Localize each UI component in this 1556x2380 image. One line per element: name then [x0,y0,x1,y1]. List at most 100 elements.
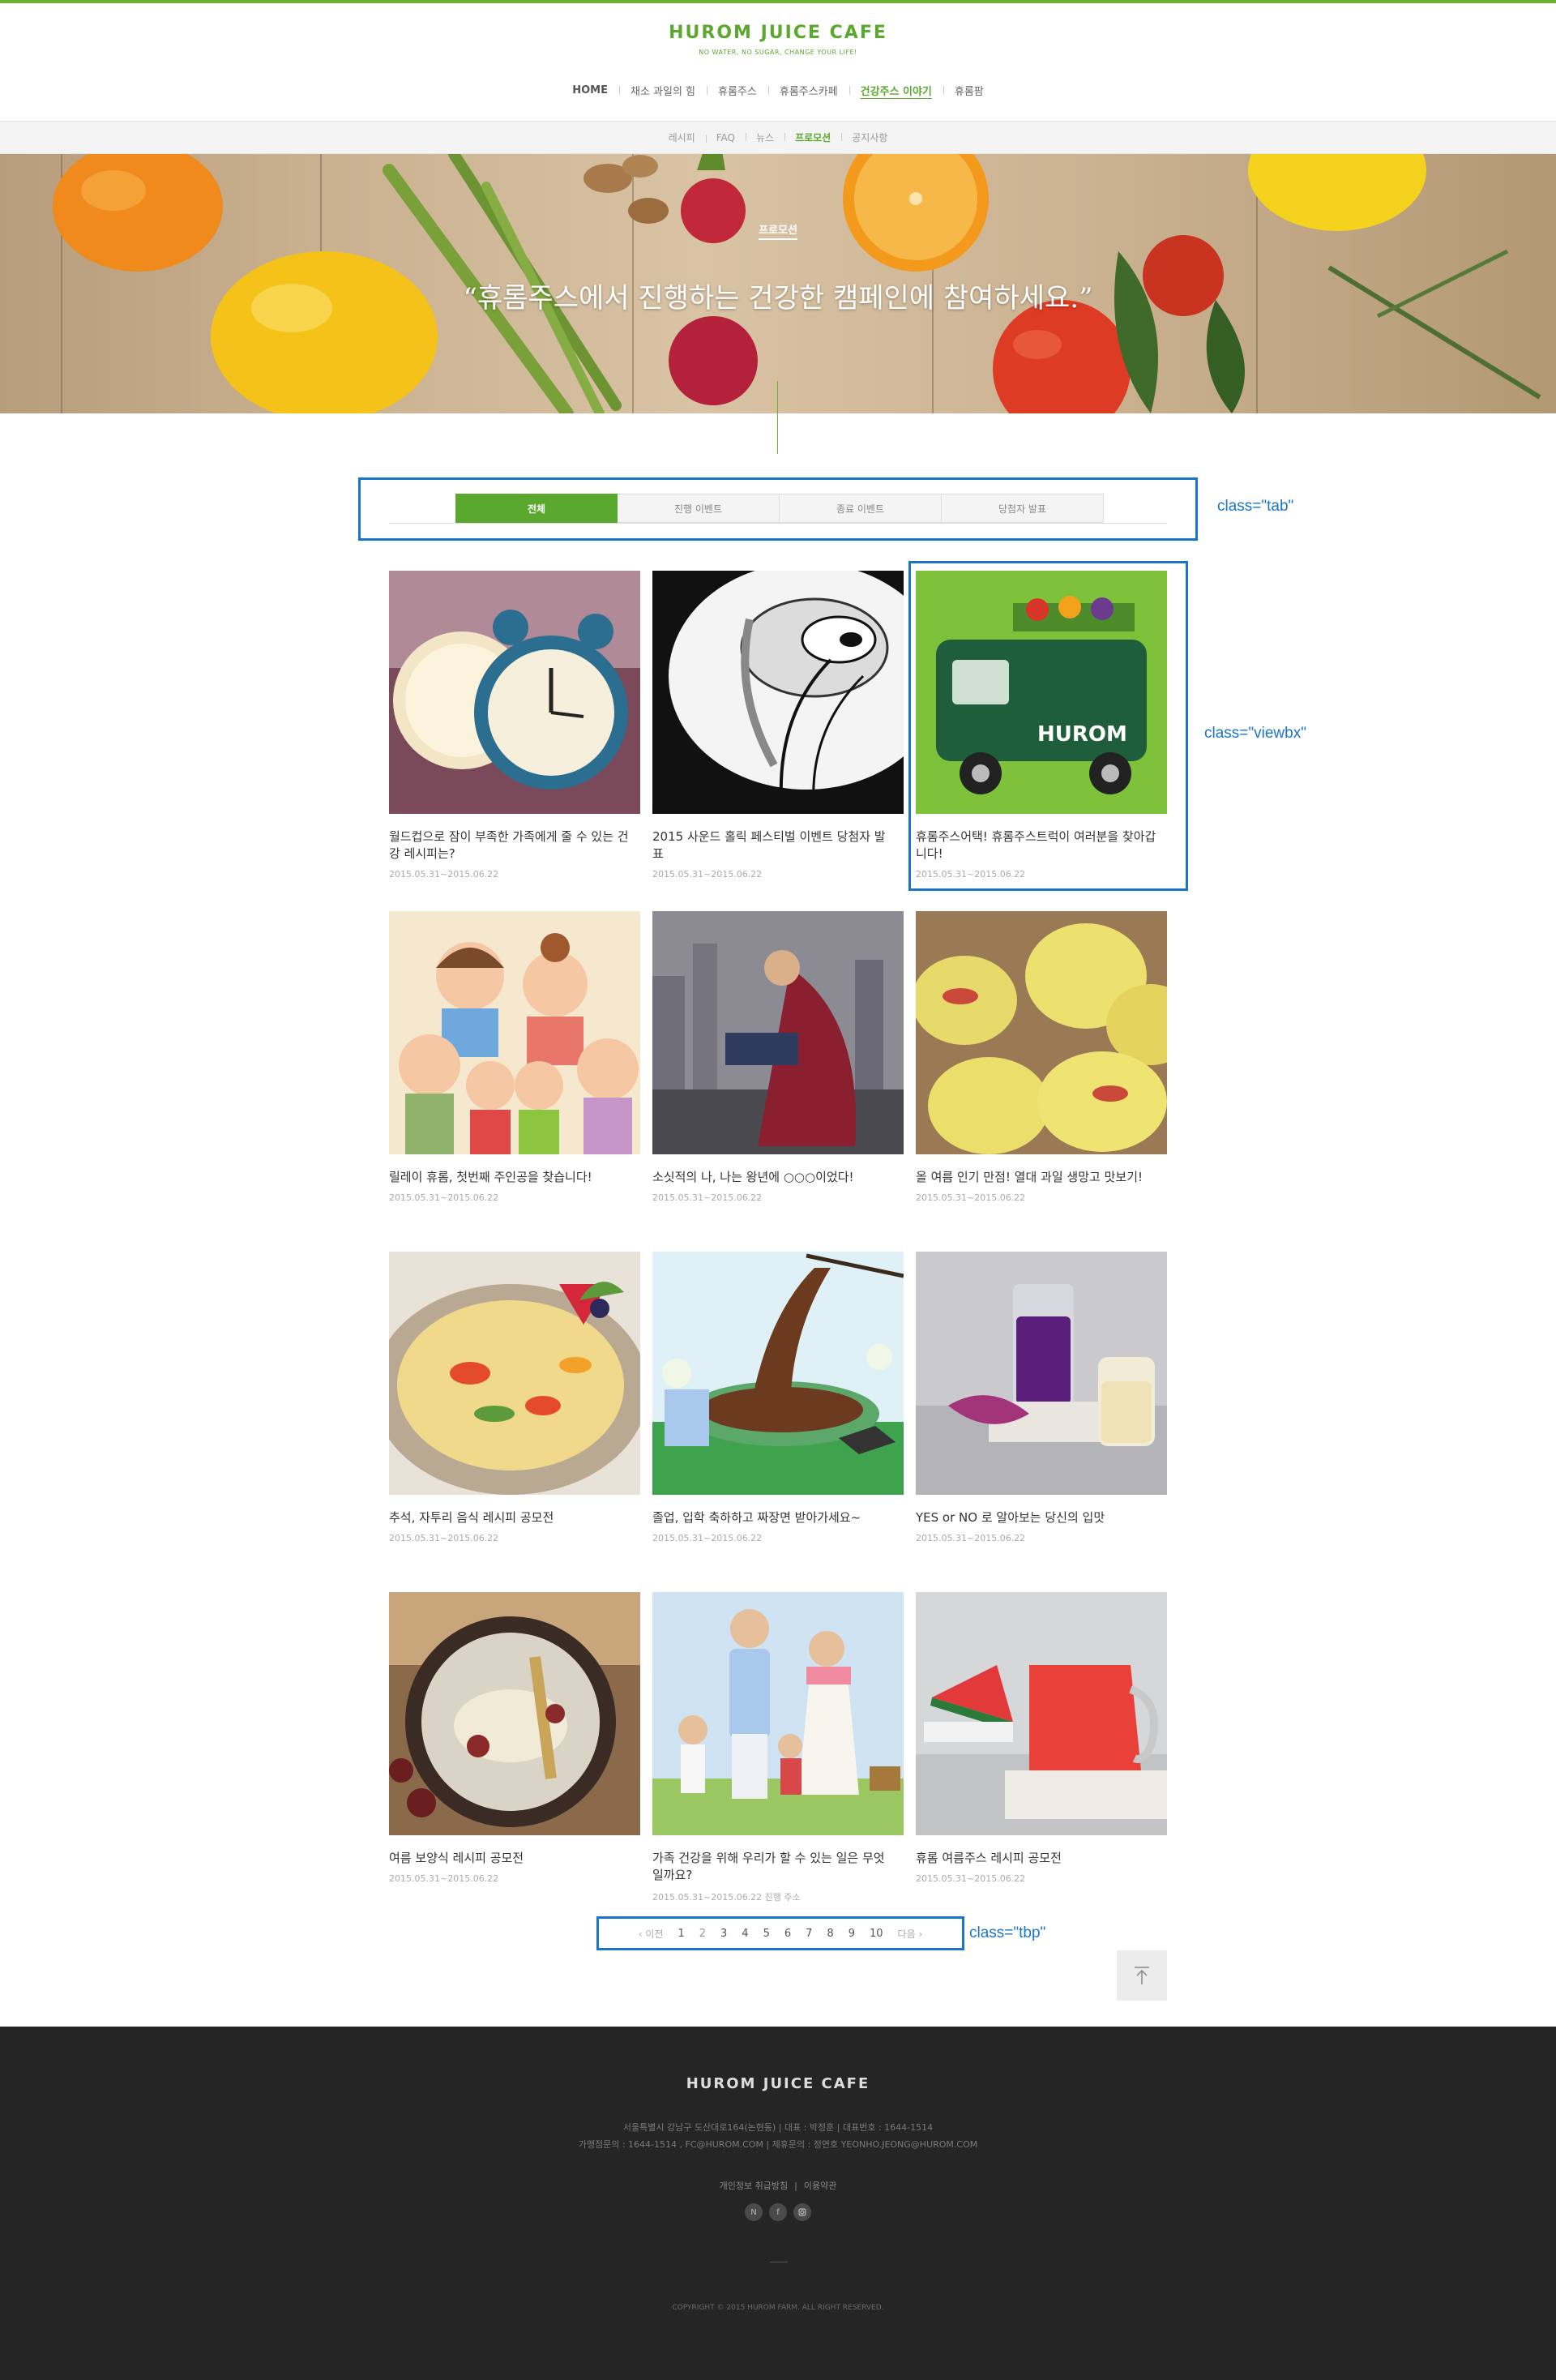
promotion-card[interactable]: YES or NO 로 알아보는 당신의 입맛 2015.05.31~2015.… [916,1252,1167,1576]
promotion-card[interactable]: 휴롬 여름주스 레시피 공모전 2015.05.31~2015.06.22 [916,1592,1167,1916]
promotion-thumbnail [389,1592,640,1835]
promotion-thumbnail [389,911,640,1154]
watermelon-juice-image [916,1592,1167,1835]
subnav-item-notice[interactable]: 공지사항 [841,131,898,144]
headphones-image [652,571,904,814]
pagination-page-5[interactable]: 5 [756,1928,777,1940]
footer-links: 개인정보 취급방침 | 이용약관 [0,2179,1556,2192]
hero-badge: 프로모션 [0,221,1556,240]
promotion-thumbnail [916,1252,1167,1495]
pagination-prev-button[interactable]: ‹ 이전 [631,1927,671,1941]
pagination-page-7[interactable]: 7 [798,1928,819,1940]
footer-copyright: COPYRIGHT © 2015 HUROM FARM. ALL RIGHT R… [672,2304,884,2312]
footer-address: 서울특별시 강남구 도산대로164(논현동) | 대표 : 박정훈 | 대표번호… [622,2122,934,2133]
promotion-date: 2015.05.31~2015.06.22 진행 주소 [652,1892,801,1903]
tab-winners[interactable]: 당첨자 발표 [942,494,1104,523]
promotion-card[interactable]: 올 여름 인기 만점! 열대 과일 생망고 맛보기! 2015.05.31~20… [916,911,1167,1235]
footer-link-privacy[interactable]: 개인정보 취급방침 [713,2181,794,2191]
promotion-title: 2015 사운드 홀릭 페스티벌 이벤트 당첨자 발표 [652,829,886,861]
promotion-date: 2015.05.31~2015.06.22 [652,1533,763,1543]
promotion-card[interactable]: HUROM 휴롬주스어택! 휴롬주스트럭이 여러분을 찾아갑니다! 2015.0… [916,571,1167,895]
tab-all[interactable]: 전체 [455,494,618,523]
promotion-thumbnail [652,911,904,1154]
annotation-label-viewbx: class="viewbx" [1204,725,1306,742]
hero-divider-line [777,381,778,454]
pagination-page-1[interactable]: 1 [670,1928,691,1940]
promotion-date: 2015.05.31~2015.06.22 [652,869,763,880]
hero-banner: 프로모션 “휴롬주스에서 진행하는 건강한 캠페인에 참여하세요.” [0,154,1556,413]
svg-text:HUROM: HUROM [1037,722,1127,747]
nav-item-cafe[interactable]: 휴롬주스카페 [767,83,849,98]
instagram-glyph [798,2208,806,2216]
subnav-item-promotion[interactable]: 프로모션 [784,131,841,144]
promotion-title: 릴레이 휴롬, 첫번째 주인공을 찾습니다! [389,1170,592,1184]
promotion-thumbnail [652,1252,904,1495]
promotion-thumbnail [389,1252,640,1495]
promotion-thumbnail: HUROM [916,571,1167,814]
pagination: ‹ 이전 1 2 3 4 5 6 7 8 9 10 다음 › [598,1918,963,1949]
nav-item-story[interactable]: 건강주스 이야기 [849,83,943,98]
promotion-card[interactable]: 가족 건강을 위해 우리가 할 수 있는 일은 무엇일까요? 2015.05.3… [652,1592,904,1916]
nav-item-juice[interactable]: 휴롬주스 [707,83,768,98]
promotion-date: 2015.05.31~2015.06.22 [916,869,1026,880]
subnav-item-news[interactable]: 뉴스 [745,131,784,144]
promotion-date: 2015.05.31~2015.06.22 [916,1533,1026,1543]
pagination-next-button[interactable]: 다음 › [891,1927,930,1941]
purple-juice-image [916,1252,1167,1495]
promotion-title: 올 여름 인기 만점! 열대 과일 생망고 맛보기! [916,1170,1143,1184]
promotion-title: 여름 보양식 레시피 공모전 [389,1851,524,1865]
pagination-page-6[interactable]: 6 [777,1928,798,1940]
promotion-card[interactable]: 월드컵으로 잠이 부족한 가족에게 줄 수 있는 건강 레시피는? 2015.0… [389,571,640,895]
pagination-page-3[interactable]: 3 [713,1928,734,1940]
site-tagline: NO WATER, NO SUGAR, CHANGE YOUR LIFE! [699,49,857,56]
blog-icon[interactable]: N [745,2203,763,2221]
pagination-page-8[interactable]: 8 [819,1928,840,1940]
promotion-card[interactable]: 졸업, 입학 축하하고 짜장면 받아가세요~ 2015.05.31~2015.0… [652,1252,904,1576]
tab-ended[interactable]: 종료 이벤트 [780,494,942,523]
promotion-thumbnail [916,1592,1167,1835]
promotion-thumbnail [652,1592,904,1835]
promotion-date: 2015.05.31~2015.06.22 [389,869,499,880]
nav-item-power[interactable]: 채소 과일의 힘 [618,83,707,98]
nav-item-home[interactable]: HOME [561,84,619,96]
footer-link-terms[interactable]: 이용약관 [797,2181,843,2191]
promotion-title: 소싯적의 나, 나는 왕년에 ○○○이었다! [652,1170,854,1184]
pagination-page-4[interactable]: 4 [734,1928,755,1940]
footer-logo: HUROM JUICE CAFE [686,2075,870,2092]
promotion-title: 추석, 자투리 음식 레시피 공모전 [389,1510,554,1525]
instagram-icon[interactable] [793,2203,811,2221]
promotion-date: 2015.05.31~2015.06.22 [389,1533,499,1543]
promotion-card[interactable]: 여름 보양식 레시피 공모전 2015.05.31~2015.06.22 [389,1592,640,1916]
promotion-title: 월드컵으로 잠이 부족한 가족에게 줄 수 있는 건강 레시피는? [389,829,629,861]
subnav-item-recipe[interactable]: 레시피 [658,131,706,144]
pagination-page-10[interactable]: 10 [862,1928,891,1940]
family-cartoon-image [389,911,640,1154]
promotion-tabs: 전체 진행 이벤트 종료 이벤트 당첨자 발표 [389,494,1167,524]
scroll-to-top-button[interactable] [1117,1950,1167,2001]
social-links: N f [0,2203,1556,2221]
site-footer: HUROM JUICE CAFE 서울특별시 강남구 도산대로164(논현동) … [0,2027,1556,2380]
samgyetang-image [389,1592,640,1835]
nav-item-farm[interactable]: 휴롬팜 [943,83,995,98]
promotion-card[interactable]: 소싯적의 나, 나는 왕년에 ○○○이었다! 2015.05.31~2015.0… [652,911,904,1235]
caped-man-image [652,911,904,1154]
subnav-item-faq[interactable]: FAQ [705,132,746,143]
site-header: HUROM JUICE CAFE NO WATER, NO SUGAR, CHA… [0,3,1556,122]
promotion-card[interactable]: 릴레이 휴롬, 첫번째 주인공을 찾습니다! 2015.05.31~2015.0… [389,911,640,1235]
promotion-title: 졸업, 입학 축하하고 짜장면 받아가세요~ [652,1510,861,1525]
promotion-thumbnail [389,571,640,814]
facebook-icon[interactable]: f [769,2203,787,2221]
promotion-title: 가족 건강을 위해 우리가 할 수 있는 일은 무엇일까요? [652,1851,885,1882]
promotion-thumbnail [652,571,904,814]
tab-ongoing[interactable]: 진행 이벤트 [618,494,780,523]
jjajang-noodles-image [652,1252,904,1495]
promotion-date: 2015.05.31~2015.06.22 [916,1873,1026,1884]
promotion-card[interactable]: 추석, 자투리 음식 레시피 공모전 2015.05.31~2015.06.22 [389,1252,640,1576]
pagination-page-2[interactable]: 2 [692,1928,713,1940]
annotation-label-tbp: class="tbp" [969,1924,1046,1941]
hero-badge-label: 프로모션 [759,225,797,240]
promotion-date: 2015.05.31~2015.06.22 [389,1192,499,1203]
pagination-page-9[interactable]: 9 [841,1928,862,1940]
promotion-card[interactable]: 2015 사운드 홀릭 페스티벌 이벤트 당첨자 발표 2015.05.31~2… [652,571,904,895]
site-logo[interactable]: HUROM JUICE CAFE [0,23,1556,43]
